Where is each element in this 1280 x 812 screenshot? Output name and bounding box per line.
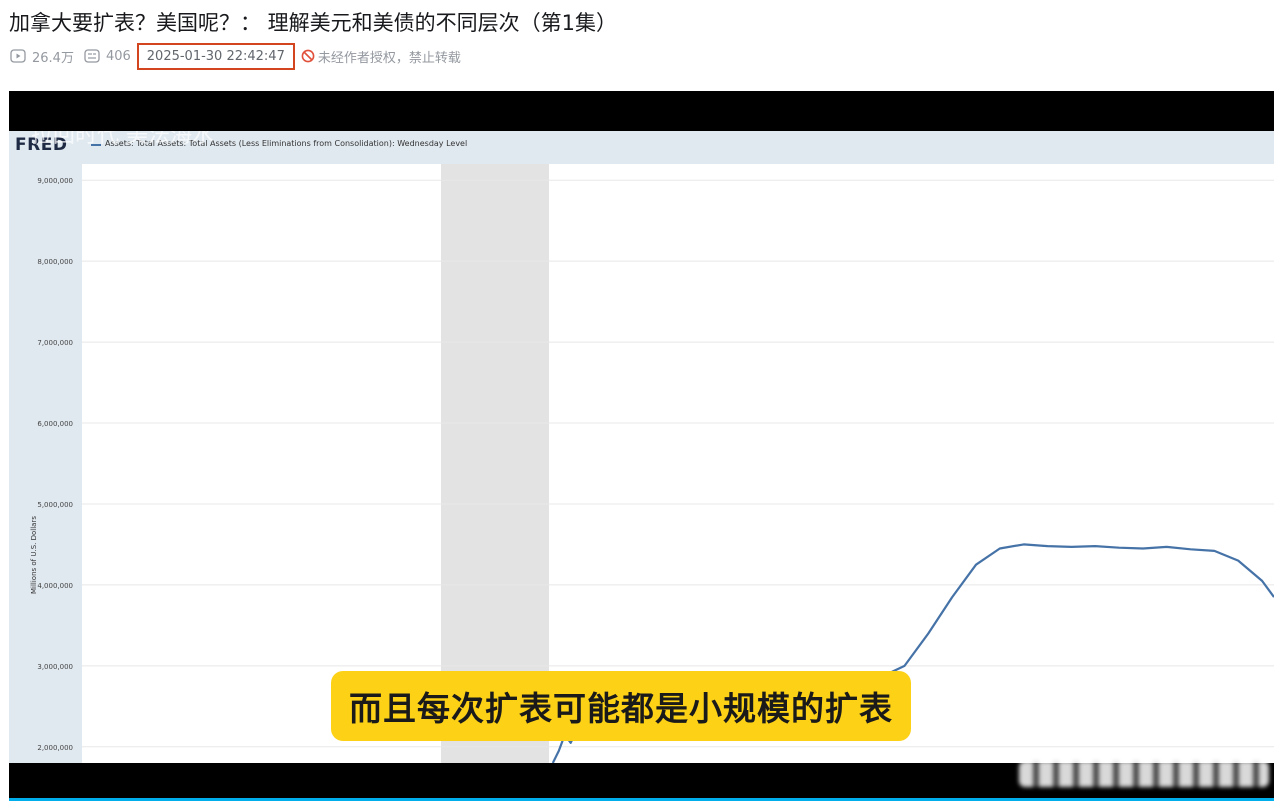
y-tick-label: 4,000,000 — [37, 582, 73, 590]
y-tick-label: 9,000,000 — [37, 177, 73, 185]
view-count: 26.4万 — [10, 47, 74, 66]
video-title: 加拿大要扩表？美国呢？： 理解美元和美债的不同层次（第1集） — [9, 11, 618, 35]
progress-bar[interactable] — [9, 798, 1274, 801]
repost-notice: 未经作者授权，禁止转载 — [301, 47, 461, 66]
publish-datetime: 2025-01-30 22:42:47 — [136, 42, 295, 70]
video-subtitle: 而且每次扩表可能都是小规模的扩表 — [331, 671, 911, 741]
y-tick-label: 2,000,000 — [37, 744, 73, 752]
repost-notice-text: 未经作者授权，禁止转载 — [317, 50, 461, 66]
y-tick-label: 7,000,000 — [37, 339, 73, 347]
y-tick-label: 8,000,000 — [37, 258, 73, 266]
video-player[interactable]: FRED Assets: Total Assets: Total Assets … — [9, 91, 1274, 801]
y-tick-label: 6,000,000 — [37, 420, 73, 428]
blurred-caption — [1019, 761, 1269, 787]
video-frame: FRED Assets: Total Assets: Total Assets … — [9, 131, 1274, 763]
view-count-text: 26.4万 — [32, 50, 74, 66]
y-tick-label: 3,000,000 — [37, 663, 73, 671]
video-meta: 26.4万 406 2025-01-30 22:42:47 未经作者授权，禁止转… — [10, 42, 461, 70]
danmaku-count-text: 406 — [105, 48, 131, 64]
danmaku-count: 406 — [84, 49, 131, 64]
y-tick-label: 5,000,000 — [37, 501, 73, 509]
fred-chart: 9,000,000 8,000,000 7,000,000 6,000,000 5,00… — [37, 164, 1274, 763]
danmaku-icon — [84, 49, 100, 63]
play-count-icon — [10, 49, 26, 63]
bilibili-play-logo[interactable] — [1177, 686, 1233, 734]
forbidden-icon — [301, 49, 315, 63]
